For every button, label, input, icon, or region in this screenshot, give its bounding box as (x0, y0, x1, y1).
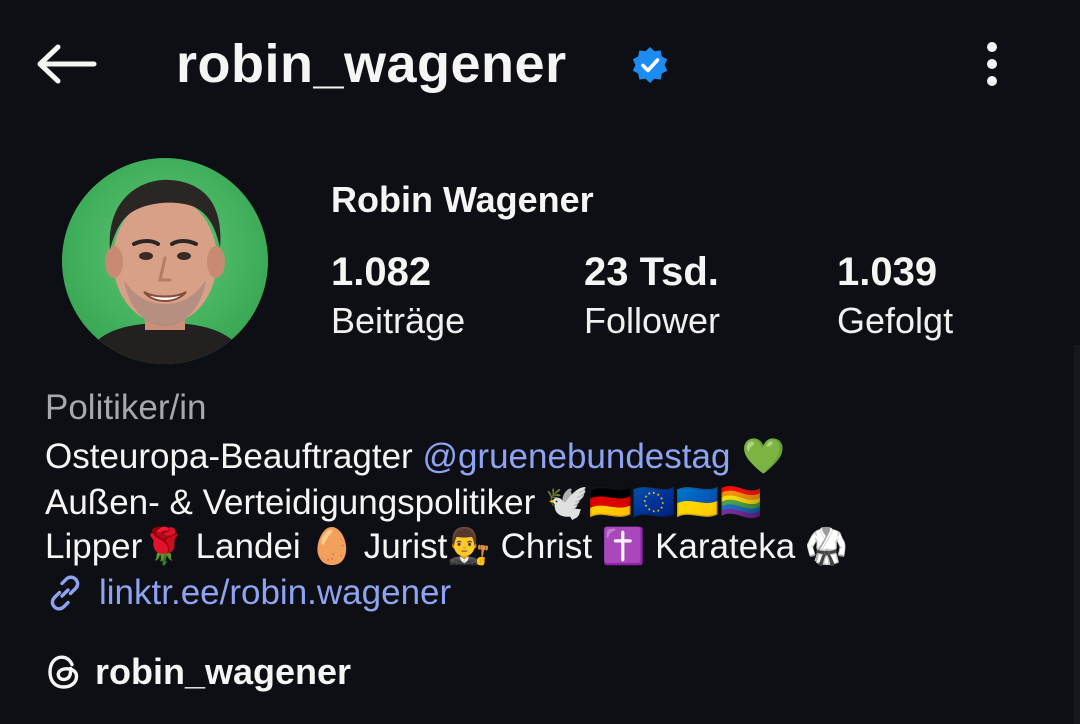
bio-line-3: Lipper🌹 Landei 🥚 Jurist👨‍⚖️ Christ ✝️ Ka… (45, 527, 849, 566)
profile-display-name: Robin Wagener (331, 179, 594, 220)
stat-posts-label: Beiträge (331, 300, 466, 341)
bio-line-2: Außen- & Verteidigungspolitiker 🕊️🇩🇪🇪🇺🇺🇦… (45, 480, 763, 526)
verified-badge-icon (632, 47, 668, 83)
profile-category: Politiker/in (45, 388, 207, 427)
profile-avatar[interactable] (62, 158, 268, 364)
external-link-text: linktr.ee/robin.wagener (99, 573, 452, 612)
bio-line-2-text: Außen- & Verteidigungspolitiker (45, 483, 545, 522)
external-link[interactable]: linktr.ee/robin.wagener (45, 570, 451, 616)
scroll-edge (1074, 345, 1080, 724)
stat-followers[interactable]: 23 Tsd. Follower (584, 248, 720, 346)
threads-icon (48, 655, 79, 689)
stat-following[interactable]: 1.039 Gefolgt (837, 248, 953, 346)
header-username: robin_wagener (176, 34, 567, 94)
stat-followers-value: 23 Tsd. (584, 250, 719, 294)
more-vertical-icon (987, 42, 997, 86)
link-icon (50, 575, 80, 611)
stat-posts-value: 1.082 (331, 250, 432, 294)
threads-badge[interactable]: robin_wagener (45, 648, 351, 696)
arrow-left-icon (37, 44, 97, 84)
stat-followers-label: Follower (584, 300, 721, 341)
bio-line-1: Osteuropa-Beauftragter @gruenebundestag … (45, 434, 785, 480)
bio-line-2-emoji: 🕊️🇩🇪🇪🇺🇺🇦🏳️‍🌈 (545, 483, 763, 523)
mention-link[interactable]: @gruenebundestag (422, 437, 730, 476)
profile-screen: robin_wagener Robin Wagener 1.082 Beiträ… (0, 0, 1080, 724)
bio-line-1-text: Osteuropa-Beauftragter (45, 437, 423, 476)
stat-following-label: Gefolgt (837, 300, 954, 341)
stat-posts[interactable]: 1.082 Beiträge (331, 248, 465, 346)
threads-username: robin_wagener (95, 651, 352, 692)
bio-line-1-emoji: 💚 (730, 437, 786, 477)
back-button[interactable] (30, 34, 102, 94)
stat-following-value: 1.039 (837, 250, 938, 294)
more-options-button[interactable] (970, 38, 1014, 90)
avatar-portrait (82, 179, 248, 364)
